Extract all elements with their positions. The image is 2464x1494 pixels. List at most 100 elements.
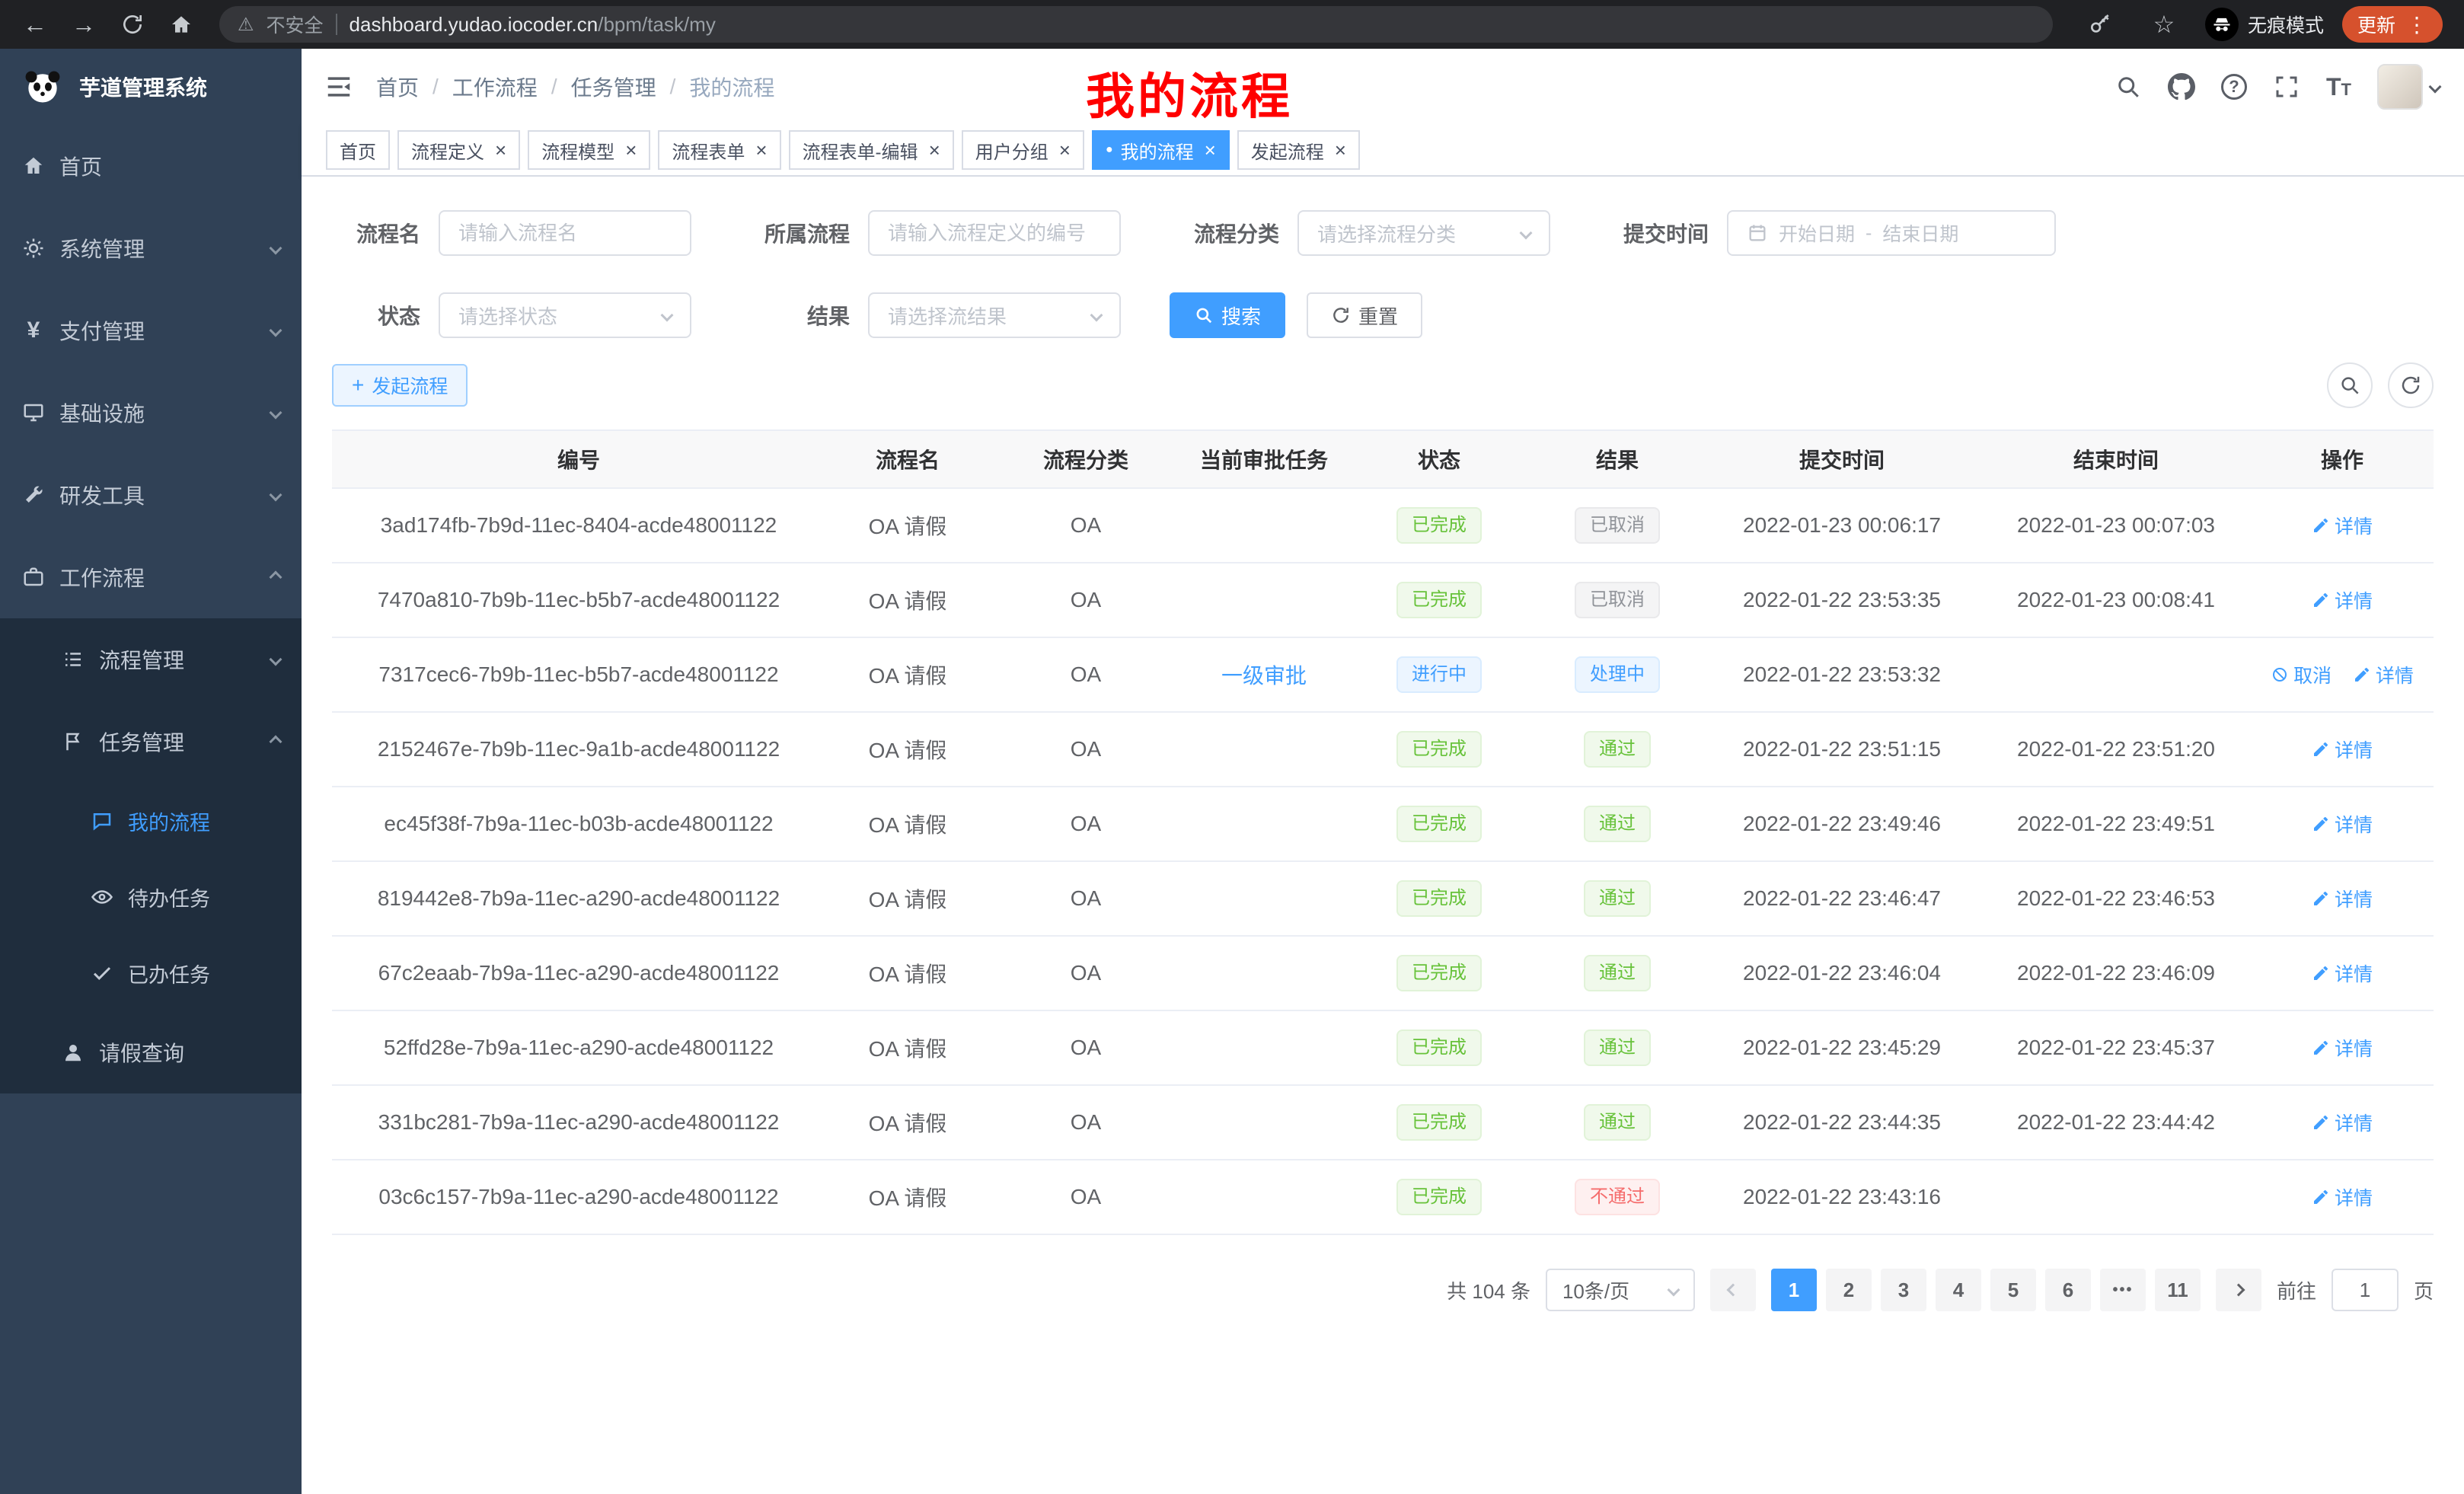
breadcrumb-item[interactable]: 任务管理 xyxy=(571,72,656,102)
page-button[interactable]: 11 xyxy=(2155,1269,2201,1311)
app-brand[interactable]: 芋道管理系统 xyxy=(0,49,302,125)
process-name-input[interactable] xyxy=(439,210,691,256)
next-page-button[interactable] xyxy=(2216,1269,2261,1311)
result-tag: 通过 xyxy=(1584,955,1651,991)
search-button[interactable]: 搜索 xyxy=(1170,292,1285,338)
page-button[interactable]: ••• xyxy=(2100,1269,2146,1311)
sidebar-item-task-management[interactable]: 任务管理 xyxy=(0,701,302,783)
detail-link[interactable]: 详情 xyxy=(2312,736,2373,763)
cell-end-time: 2022-01-22 23:44:42 xyxy=(1981,1085,2251,1160)
page-button[interactable]: 3 xyxy=(1881,1269,1926,1311)
cancel-link[interactable]: 取消 xyxy=(2271,661,2332,688)
avatar[interactable] xyxy=(2377,64,2423,110)
user-menu[interactable] xyxy=(2377,64,2440,110)
breadcrumb-item[interactable]: 工作流程 xyxy=(452,72,538,102)
cell-name: OA 请假 xyxy=(825,1085,990,1160)
tab[interactable]: 流程模型 × xyxy=(528,130,650,170)
col-category: 流程分类 xyxy=(990,430,1182,488)
tab[interactable]: 首页 xyxy=(326,130,390,170)
detail-link[interactable]: 详情 xyxy=(2312,1109,2373,1136)
chevron-down-icon xyxy=(1090,309,1103,322)
sidebar-item-infra[interactable]: 基础设施 xyxy=(0,372,302,454)
home-button[interactable] xyxy=(158,3,204,46)
tab-close-icon[interactable]: × xyxy=(1059,139,1071,162)
detail-link[interactable]: 详情 xyxy=(2312,1183,2373,1211)
breadcrumb-item[interactable]: 首页 xyxy=(376,72,419,102)
toggle-search-button[interactable] xyxy=(2327,362,2373,408)
tab-close-icon[interactable]: × xyxy=(625,139,637,162)
reload-button[interactable] xyxy=(110,3,155,46)
tab-close-icon[interactable]: × xyxy=(929,139,940,162)
sidebar-item-workflow[interactable]: 工作流程 xyxy=(0,536,302,618)
page-button[interactable]: 1 xyxy=(1771,1269,1817,1311)
category-select[interactable]: 请选择流程分类 xyxy=(1297,210,1550,256)
refresh-table-button[interactable] xyxy=(2388,362,2434,408)
incognito-label: 无痕模式 xyxy=(2248,11,2324,38)
page-button[interactable]: 2 xyxy=(1826,1269,1872,1311)
bookmark-star-icon[interactable]: ☆ xyxy=(2141,3,2187,46)
tab[interactable]: 发起流程 × xyxy=(1237,130,1360,170)
search-icon[interactable] xyxy=(2115,73,2142,101)
tab[interactable]: 用户分组 × xyxy=(962,130,1084,170)
github-icon[interactable] xyxy=(2168,73,2195,101)
detail-link[interactable]: 详情 xyxy=(2312,885,2373,912)
omnibox-divider xyxy=(336,14,337,35)
menu-dots-icon[interactable]: ⋮ xyxy=(2406,12,2427,37)
reset-button[interactable]: 重置 xyxy=(1307,292,1422,338)
update-button[interactable]: 更新 ⋮ xyxy=(2342,6,2443,43)
sidebar-item-process-management[interactable]: 流程管理 xyxy=(0,618,302,701)
detail-link[interactable]: 详情 xyxy=(2353,661,2414,688)
fullscreen-icon[interactable] xyxy=(2273,73,2300,101)
sidebar-item-todo-tasks[interactable]: 待办任务 xyxy=(0,859,302,935)
sidebar-item-system[interactable]: 系统管理 xyxy=(0,207,302,289)
tab[interactable]: 流程定义 × xyxy=(397,130,520,170)
back-button[interactable]: ← xyxy=(12,3,58,46)
col-status: 状态 xyxy=(1346,430,1532,488)
password-key-icon[interactable] xyxy=(2077,3,2123,46)
sidebar-toggle-icon[interactable] xyxy=(302,72,376,101)
page-button[interactable]: 5 xyxy=(1990,1269,2036,1311)
breadcrumb-separator: / xyxy=(551,75,557,99)
process-definition-input[interactable] xyxy=(868,210,1121,256)
cell-end-time: 2022-01-23 00:07:03 xyxy=(1981,488,2251,563)
status-select[interactable]: 请选择状态 xyxy=(439,292,691,338)
briefcase-icon xyxy=(21,565,46,589)
cell-category: OA xyxy=(990,712,1182,787)
tab-close-icon[interactable]: × xyxy=(755,139,767,162)
prev-page-button[interactable] xyxy=(1710,1269,1756,1311)
page-button[interactable]: 6 xyxy=(2045,1269,2091,1311)
tab[interactable]: ● 我的流程 × xyxy=(1092,130,1230,170)
sidebar-item-my-process[interactable]: 我的流程 xyxy=(0,783,302,859)
sidebar-item-done-tasks[interactable]: 已办任务 xyxy=(0,935,302,1011)
current-task-link[interactable]: 一级审批 xyxy=(1221,664,1307,688)
sidebar-item-dev-tools[interactable]: 研发工具 xyxy=(0,454,302,536)
tab[interactable]: 流程表单 × xyxy=(658,130,780,170)
tab-close-icon[interactable]: × xyxy=(1335,139,1346,162)
tab-close-icon[interactable]: × xyxy=(1205,139,1216,162)
detail-link[interactable]: 详情 xyxy=(2312,959,2373,987)
cell-end-time: 2022-01-22 23:49:51 xyxy=(1981,787,2251,861)
url-host: dashboard.yudao.iocoder.cn xyxy=(349,13,598,36)
sidebar-item-pay[interactable]: ¥ 支付管理 xyxy=(0,289,302,372)
detail-link[interactable]: 详情 xyxy=(2312,512,2373,539)
sidebar-item-home[interactable]: 首页 xyxy=(0,125,302,207)
table-row: 7470a810-7b9b-11ec-b5b7-acde48001122 OA … xyxy=(332,563,2434,637)
page-button[interactable]: 4 xyxy=(1936,1269,1981,1311)
tab[interactable]: 流程表单-编辑 × xyxy=(789,130,954,170)
sidebar-item-leave-query[interactable]: 请假查询 xyxy=(0,1011,302,1093)
tab-label: 流程表单-编辑 xyxy=(803,137,918,164)
help-icon[interactable]: ? xyxy=(2221,74,2247,100)
forward-button[interactable]: → xyxy=(61,3,107,46)
chevron-up-icon xyxy=(271,573,280,582)
page-size-select[interactable]: 10条/页 xyxy=(1546,1269,1695,1311)
detail-link[interactable]: 详情 xyxy=(2312,586,2373,614)
create-process-button[interactable]: + 发起流程 xyxy=(332,364,468,407)
font-size-icon[interactable]: TT xyxy=(2326,73,2351,101)
tab-close-icon[interactable]: × xyxy=(495,139,506,162)
result-select[interactable]: 请选择流结果 xyxy=(868,292,1121,338)
address-bar[interactable]: ⚠ 不安全 dashboard.yudao.iocoder.cn/bpm/tas… xyxy=(219,6,2053,43)
detail-link[interactable]: 详情 xyxy=(2312,1034,2373,1061)
detail-link[interactable]: 详情 xyxy=(2312,810,2373,838)
goto-page-input[interactable] xyxy=(2332,1269,2399,1311)
submit-time-range-picker[interactable]: 开始日期 - 结束日期 xyxy=(1727,210,2056,256)
